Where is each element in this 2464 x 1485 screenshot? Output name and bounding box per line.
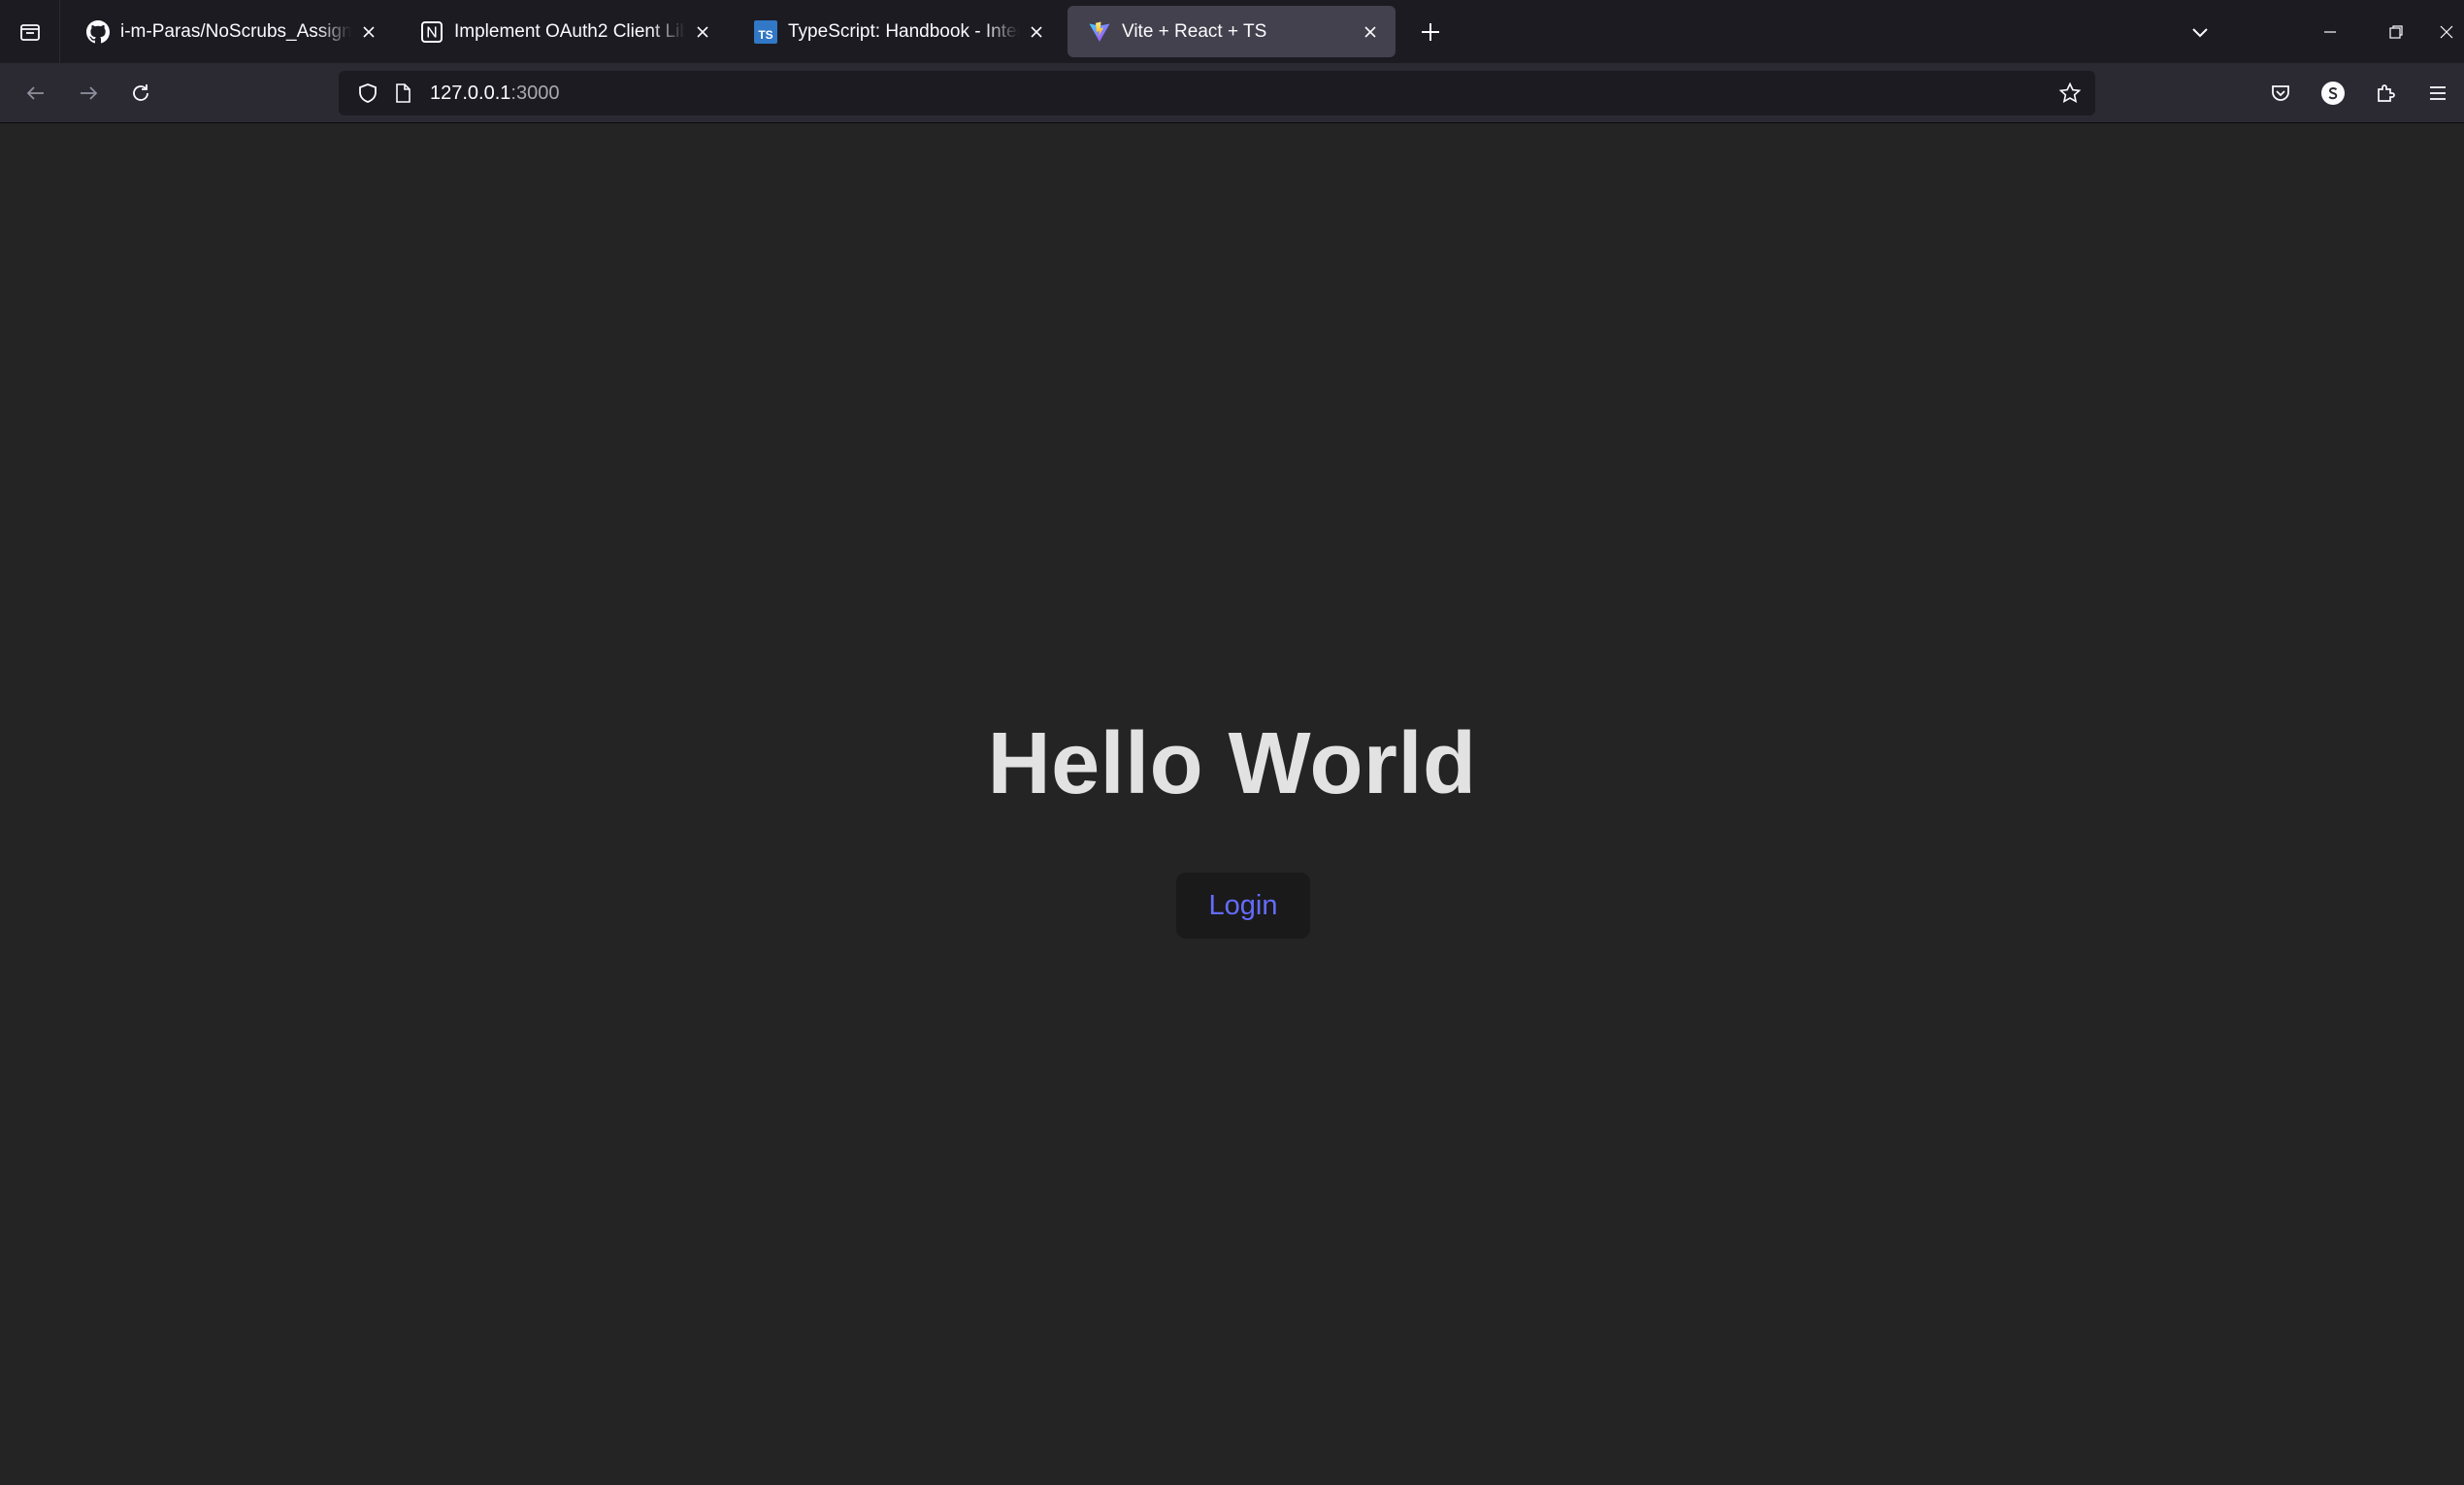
- pocket-icon: [2269, 82, 2292, 105]
- close-icon: [2438, 23, 2455, 41]
- page-content: Hello World Login: [0, 124, 2464, 1485]
- arrow-right-icon: [77, 82, 100, 105]
- close-tab-icon[interactable]: [691, 20, 714, 44]
- page-heading: Hello World: [987, 715, 1477, 812]
- window-controls: [2167, 0, 2464, 63]
- vite-icon: [1087, 19, 1112, 45]
- forward-button[interactable]: [62, 67, 115, 119]
- firefox-view-button[interactable]: [0, 0, 60, 63]
- close-tab-icon[interactable]: [357, 20, 380, 44]
- extensions-button[interactable]: [2359, 67, 2412, 119]
- extension-s-button[interactable]: [2307, 67, 2359, 119]
- tab-github[interactable]: i-m-Paras/NoScrubs_Assignment: [66, 6, 394, 57]
- puzzle-icon: [2374, 82, 2397, 105]
- minimize-button[interactable]: [2297, 0, 2363, 63]
- url-host: 127.0.0.1: [430, 82, 511, 104]
- tab-title: TypeScript: Handbook - Interfaces: [788, 20, 1019, 42]
- reload-button[interactable]: [115, 67, 167, 119]
- notion-icon: [419, 19, 444, 45]
- tab-vite[interactable]: Vite + React + TS: [1068, 6, 1396, 57]
- firefox-view-icon: [18, 20, 42, 44]
- url-bar[interactable]: 127.0.0.1:3000: [339, 71, 2095, 116]
- restore-icon: [2387, 23, 2405, 41]
- extension-s-icon: [2320, 81, 2346, 106]
- close-window-button[interactable]: [2429, 0, 2464, 63]
- tab-title: Vite + React + TS: [1122, 20, 1267, 42]
- typescript-icon-label: TS: [758, 28, 772, 42]
- page-info-icon[interactable]: [385, 76, 420, 111]
- shield-icon[interactable]: [350, 76, 385, 111]
- bookmark-star-icon[interactable]: [2053, 76, 2087, 111]
- tab-title: i-m-Paras/NoScrubs_Assignment: [120, 20, 351, 42]
- hamburger-menu-icon: [2427, 82, 2448, 104]
- url-text[interactable]: 127.0.0.1:3000: [430, 82, 559, 105]
- tab-title: Implement OAuth2 Client Library: [454, 20, 685, 42]
- plus-icon: [1420, 21, 1441, 43]
- app-menu-button[interactable]: [2412, 67, 2464, 119]
- chevron-down-icon: [2189, 21, 2211, 43]
- pocket-button[interactable]: [2254, 67, 2307, 119]
- github-icon: [85, 19, 111, 45]
- login-button[interactable]: Login: [1176, 873, 1310, 939]
- tab-notion[interactable]: Implement OAuth2 Client Library: [400, 6, 728, 57]
- typescript-icon: TS: [753, 19, 778, 45]
- navigation-toolbar: 127.0.0.1:3000: [0, 63, 2464, 123]
- tab-typescript[interactable]: TS TypeScript: Handbook - Interfaces: [734, 6, 1062, 57]
- list-all-tabs-button[interactable]: [2167, 0, 2233, 63]
- url-port: :3000: [510, 82, 560, 104]
- close-tab-icon[interactable]: [1025, 20, 1048, 44]
- close-tab-icon[interactable]: [1359, 20, 1382, 44]
- restore-button[interactable]: [2363, 0, 2429, 63]
- reload-icon: [129, 82, 152, 105]
- arrow-left-icon: [24, 82, 48, 105]
- toolbar-right: [2254, 67, 2464, 119]
- back-button[interactable]: [10, 67, 62, 119]
- new-tab-button[interactable]: [1407, 9, 1454, 55]
- tab-strip: i-m-Paras/NoScrubs_Assignment Implement …: [0, 0, 2464, 63]
- minimize-icon: [2321, 23, 2339, 41]
